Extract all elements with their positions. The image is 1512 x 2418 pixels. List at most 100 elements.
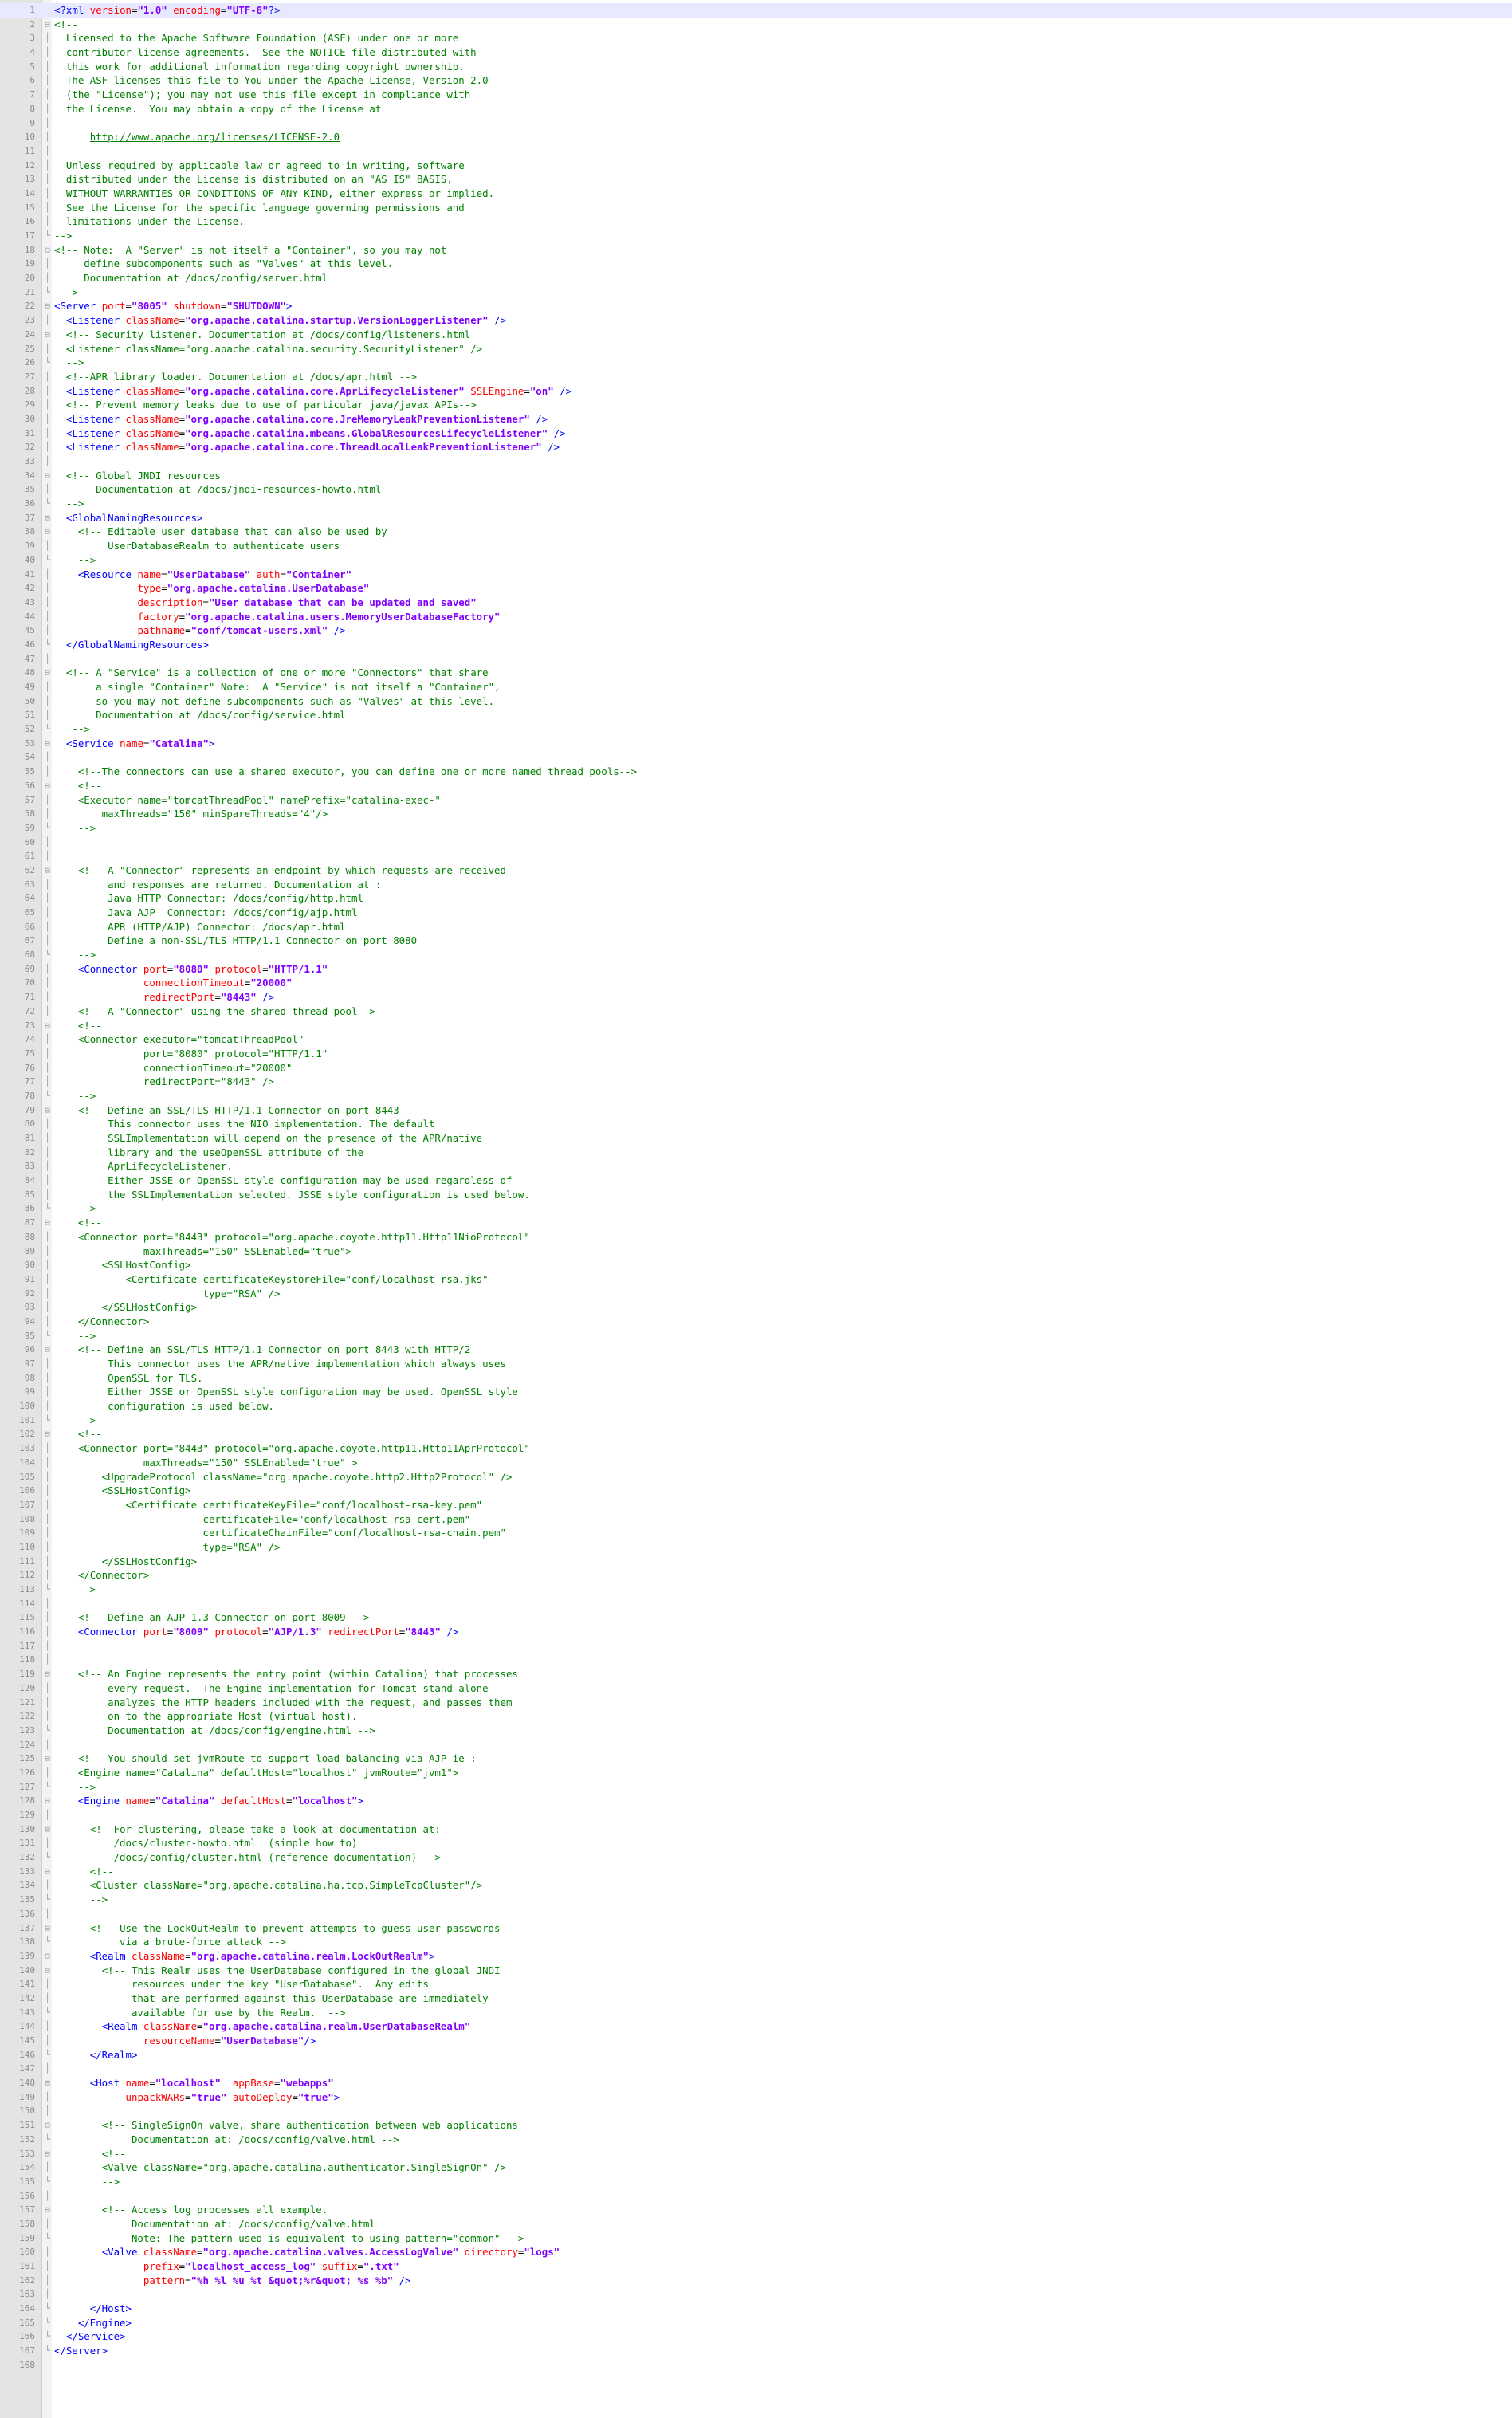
- code-line[interactable]: 42 │ type="org.apache.catalina.UserDataba…: [0, 581, 1512, 596]
- code-line[interactable]: 121 │ analyzes the HTTP headers included …: [0, 1696, 1512, 1710]
- code-line[interactable]: 32 │ <Listener className="org.apache.cata…: [0, 440, 1512, 454]
- code-line[interactable]: 141 │ resources under the key "UserDataba…: [0, 1977, 1512, 1991]
- code-line[interactable]: 126 │ <Engine name="Catalina" defaultHost…: [0, 1766, 1512, 1780]
- code-line[interactable]: 10 │ http://www.apache.org/licenses/LICEN…: [0, 130, 1512, 144]
- code-line[interactable]: 150 │: [0, 2104, 1512, 2118]
- minus-box-icon[interactable]: ⊟: [44, 2203, 51, 2217]
- code-line[interactable]: 54 │: [0, 750, 1512, 765]
- code-line[interactable]: 99 │ Either JSSE or OpenSSL style configu…: [0, 1385, 1512, 1399]
- minus-box-icon[interactable]: ⊟: [44, 1794, 51, 1808]
- code-line[interactable]: 98 │ OpenSSL for TLS.: [0, 1371, 1512, 1386]
- code-line[interactable]: 113 └ -->: [0, 1583, 1512, 1597]
- code-line[interactable]: 26 └ -->: [0, 356, 1512, 370]
- code-line[interactable]: 62 ⊟ <!-- A "Connector" represents an end…: [0, 863, 1512, 878]
- code-line[interactable]: 28 │ <Listener className = "org.apache.cata…: [0, 384, 1512, 399]
- minus-box-icon[interactable]: ⊟: [44, 1343, 51, 1357]
- code-line[interactable]: 96 ⊟ <!-- Define an SSL/TLS HTTP/1.1 Conn…: [0, 1343, 1512, 1357]
- code-line[interactable]: 106 │ <SSLHostConfig>: [0, 1484, 1512, 1498]
- code-line[interactable]: 9 │: [0, 116, 1512, 131]
- minus-box-icon[interactable]: ⊟: [44, 1667, 51, 1681]
- code-line[interactable]: 11 │: [0, 144, 1512, 159]
- code-line[interactable]: 65 │ Java AJP Connector: /docs/config/ajp…: [0, 906, 1512, 920]
- code-line[interactable]: 73 ⊟ <!--: [0, 1019, 1512, 1033]
- code-line[interactable]: 123 └ Documentation at /docs/config/engin…: [0, 1724, 1512, 1738]
- minus-box-icon[interactable]: ⊟: [44, 1964, 51, 1978]
- code-line[interactable]: 86 └ -->: [0, 1201, 1512, 1216]
- code-line[interactable]: 92 │ type="RSA" />: [0, 1287, 1512, 1301]
- code-line[interactable]: 69 │ <Connector port="8080" protocol="HTT…: [0, 962, 1512, 977]
- code-line[interactable]: 91 │ <Certificate certificateKeystoreFile…: [0, 1272, 1512, 1287]
- code-line[interactable]: 44 │ factory="org.apache.catalina.users.M…: [0, 610, 1512, 624]
- minus-box-icon[interactable]: ⊟: [44, 1865, 51, 1879]
- code-line[interactable]: 77 │ redirectPort="8443" />: [0, 1075, 1512, 1089]
- code-line[interactable]: 51 │ Documentation at /docs/config/servic…: [0, 708, 1512, 722]
- code-line[interactable]: 7 │ (the "License"); you may not use this…: [0, 88, 1512, 102]
- code-line[interactable]: 4 │ contributor license agreements. See t…: [0, 45, 1512, 60]
- code-line[interactable]: 83 │ AprLifecycleListener.: [0, 1159, 1512, 1174]
- code-line[interactable]: 136 │: [0, 1907, 1512, 1921]
- code-line[interactable]: 2 ⊟ <!--: [0, 18, 1512, 32]
- code-line[interactable]: 15 │ See the License for the specific lan…: [0, 201, 1512, 215]
- code-line[interactable]: 74 │ <Connector executor="tomcatThreadPoo…: [0, 1032, 1512, 1047]
- code-line[interactable]: 48 ⊟ <!-- A "Service" is a collection of …: [0, 666, 1512, 680]
- code-line[interactable]: 13 │ distributed under the License is dis…: [0, 172, 1512, 187]
- code-line[interactable]: 18 ⊟ <!-- Note: A "Server" is not itself a…: [0, 243, 1512, 258]
- code-line[interactable]: 115 │ <!-- Define an AJP 1.3 Connector on…: [0, 1610, 1512, 1625]
- code-line[interactable]: 103 │ <Connector port="8443" protocol="or…: [0, 1441, 1512, 1456]
- code-line[interactable]: 19 │ define subcomponents such as "Valves…: [0, 257, 1512, 271]
- code-line[interactable]: 122 │ on to the appropriate Host (virtual…: [0, 1709, 1512, 1724]
- code-line[interactable]: 81 │ SSLImplementation will depend on the…: [0, 1131, 1512, 1146]
- code-line[interactable]: 135 └ -->: [0, 1893, 1512, 1907]
- code-line[interactable]: 132 └ /docs/config/cluster.html (referenc…: [0, 1850, 1512, 1865]
- code-line[interactable]: 45 │ pathname="conf/tomcat-users.xml" />: [0, 623, 1512, 638]
- code-line[interactable]: 33 │: [0, 454, 1512, 469]
- code-line[interactable]: 160 │ <Valve className="org.apache.catali…: [0, 2245, 1512, 2259]
- code-line[interactable]: 1 <?xml version="1.0" encoding="UTF-8"?>: [0, 3, 1512, 18]
- code-line[interactable]: 41 │ <Resource name="UserDatabase" auth="…: [0, 568, 1512, 582]
- code-line[interactable]: 159 └ Note: The pattern used is equivalen…: [0, 2231, 1512, 2246]
- code-line[interactable]: 75 │ port="8080" protocol="HTTP/1.1": [0, 1047, 1512, 1061]
- code-line[interactable]: 31 │ <Listener className="org.apache.cata…: [0, 427, 1512, 441]
- minus-box-icon[interactable]: ⊟: [44, 469, 51, 483]
- code-line[interactable]: 118 │: [0, 1653, 1512, 1667]
- minus-box-icon[interactable]: ⊟: [44, 1427, 51, 1441]
- code-line[interactable]: 37 ⊟ <GlobalNamingResources>: [0, 511, 1512, 525]
- code-line[interactable]: 57 │ <Executor name="tomcatThreadPool" na…: [0, 793, 1512, 808]
- code-line[interactable]: 71 │ redirectPort="8443" />: [0, 990, 1512, 1005]
- code-line[interactable]: 158 │ Documentation at: /docs/config/valv…: [0, 2217, 1512, 2231]
- url-link[interactable]: http://www.apache.org/licenses/LICENSE-2…: [90, 131, 340, 143]
- code-line[interactable]: 3 │ Licensed to the Apache Software Found…: [0, 31, 1512, 45]
- minus-box-icon[interactable]: ⊟: [44, 18, 51, 32]
- code-line[interactable]: 53 ⊟ <Service name="Catalina">: [0, 737, 1512, 751]
- code-line[interactable]: 144 │ <Realm className="org.apache.catali…: [0, 2019, 1512, 2034]
- code-line[interactable]: 95 └ -->: [0, 1329, 1512, 1343]
- minus-box-icon[interactable]: ⊟: [44, 1752, 51, 1766]
- code-line[interactable]: 155 └ -->: [0, 2175, 1512, 2189]
- code-line[interactable]: 105 │ <UpgradeProtocol className="org.apa…: [0, 1470, 1512, 1484]
- code-lines[interactable]: 1 <?xml version="1.0" encoding="UTF-8"?> 2…: [0, 3, 1512, 2373]
- minus-box-icon[interactable]: ⊟: [44, 1822, 51, 1837]
- code-line[interactable]: 82 │ library and the useOpenSSL attribute…: [0, 1146, 1512, 1160]
- code-line[interactable]: 168: [0, 2358, 1512, 2373]
- code-line[interactable]: 25 │ <Listener className="org.apache.cata…: [0, 342, 1512, 356]
- code-line[interactable]: 161 │ prefix = "localhost_access_log" suffi…: [0, 2259, 1512, 2274]
- code-line[interactable]: 164 └ </Host>: [0, 2302, 1512, 2316]
- code-line[interactable]: 94 │ </Connector>: [0, 1315, 1512, 1329]
- code-line[interactable]: 70 │ connectionTimeout="20000": [0, 976, 1512, 990]
- code-line[interactable]: 79 ⊟ <!-- Define an SSL/TLS HTTP/1.1 Conn…: [0, 1103, 1512, 1118]
- code-line[interactable]: 151 ⊟ <!-- SingleSignOn valve, share auth…: [0, 2118, 1512, 2133]
- code-line[interactable]: 52 └ -->: [0, 722, 1512, 737]
- code-line[interactable]: 133 ⊟ <!--: [0, 1865, 1512, 1879]
- code-line[interactable]: 84 │ Either JSSE or OpenSSL style configu…: [0, 1174, 1512, 1188]
- code-line[interactable]: 100 │ configuration is used below.: [0, 1399, 1512, 1413]
- code-line[interactable]: 149 │ unpackWARs="true" autoDeploy="true"…: [0, 2090, 1512, 2105]
- code-line[interactable]: 66 │ APR (HTTP/AJP) Connector: /docs/apr.…: [0, 920, 1512, 934]
- code-line[interactable]: 21 └ -->: [0, 285, 1512, 300]
- code-line[interactable]: 35 │ Documentation at /docs/jndi-resource…: [0, 482, 1512, 497]
- code-line[interactable]: 148 ⊟ <Host name="localhost" appBase="web…: [0, 2076, 1512, 2090]
- code-line[interactable]: 166 └ </Service>: [0, 2330, 1512, 2344]
- code-line[interactable]: 124 │: [0, 1738, 1512, 1752]
- code-line[interactable]: 125 ⊟ <!-- You should set jvmRoute to sup…: [0, 1752, 1512, 1766]
- code-line[interactable]: 80 │ This connector uses the NIO implemen…: [0, 1117, 1512, 1131]
- code-line[interactable]: 88 │ <Connector port="8443" protocol="org…: [0, 1230, 1512, 1244]
